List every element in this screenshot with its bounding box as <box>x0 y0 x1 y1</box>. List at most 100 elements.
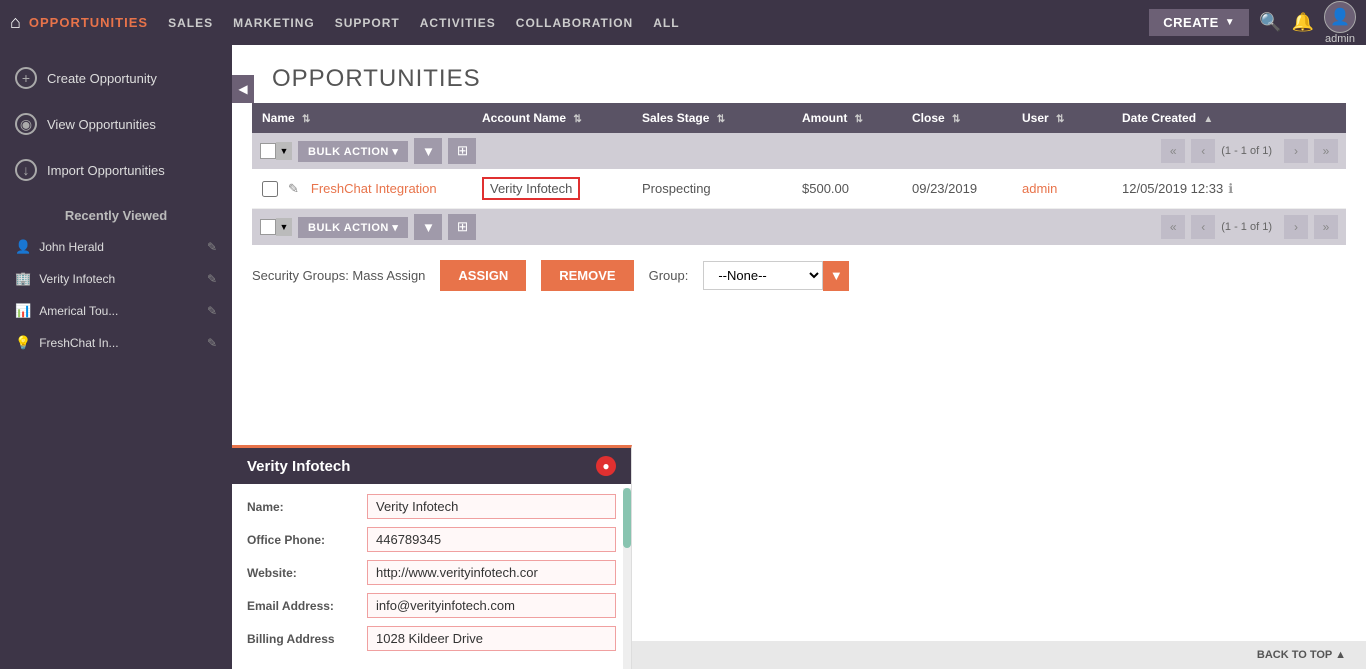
row-stage-cell: Prospecting <box>642 181 802 196</box>
admin-avatar[interactable]: 👤 <box>1324 1 1356 33</box>
sidebar-item-label-view: View Opportunities <box>47 117 156 132</box>
search-icon-button[interactable]: 🔍 <box>1259 12 1281 33</box>
bulk-action-button[interactable]: BULK ACTION ▾ <box>298 141 408 162</box>
chart-icon: 📊 <box>15 303 31 319</box>
bottom-select-dropdown-arrow[interactable]: ▼ <box>276 218 292 236</box>
home-icon[interactable]: ⌂ <box>10 12 21 33</box>
nav-item-sales[interactable]: SALES <box>168 16 213 30</box>
nav-items: SALES MARKETING SUPPORT ACTIVITIES COLLA… <box>168 16 1149 30</box>
rv-label-americal-tou: Americal Tou... <box>39 304 199 318</box>
info-icon[interactable]: ℹ <box>1228 181 1233 197</box>
col-header-date-created[interactable]: Date Created ▲ <box>1122 111 1336 125</box>
group-select[interactable]: --None-- <box>703 261 823 290</box>
bottom-select-all-checkbox-dropdown[interactable]: ▼ <box>260 218 292 236</box>
filter-button[interactable]: ▼ <box>414 138 442 164</box>
opportunities-table: Name ⇅ Account Name ⇅ Sales Stage ⇅ Amou… <box>252 103 1346 245</box>
col-header-close[interactable]: Close ⇅ <box>912 111 1022 125</box>
bottom-filter-button[interactable]: ▼ <box>414 214 442 240</box>
bottom-first-page-button[interactable]: « <box>1161 215 1185 239</box>
panel-content: Name: Verity Infotech Office Phone: 4467… <box>232 484 631 669</box>
back-to-top-button[interactable]: BACK TO TOP ▲ <box>1257 649 1346 661</box>
main-layout: + Create Opportunity ◉ View Opportunitie… <box>0 45 1366 669</box>
first-page-button[interactable]: « <box>1161 139 1185 163</box>
rv-edit-verity-infotech[interactable]: ✎ <box>207 272 217 286</box>
sidebar-item-view-opportunities[interactable]: ◉ View Opportunities <box>0 101 232 147</box>
select-all-checkbox-dropdown[interactable]: ▼ <box>260 142 292 160</box>
rv-label-freshchat-in: FreshChat In... <box>39 336 199 350</box>
opportunity-name-link[interactable]: FreshChat Integration <box>311 181 437 196</box>
rv-label-john-herald: John Herald <box>39 240 199 254</box>
panel-field-name: Name: Verity Infotech <box>247 494 616 519</box>
panel-field-email: Email Address: info@verityinfotech.com <box>247 593 616 618</box>
col-sort-name: ⇅ <box>302 114 310 125</box>
select-all-checkbox[interactable] <box>260 143 276 159</box>
notifications-icon-button[interactable]: 🔔 <box>1292 12 1314 33</box>
rv-item-americal-tou[interactable]: 📊 Americal Tou... ✎ <box>0 295 232 327</box>
sidebar-item-label-create: Create Opportunity <box>47 71 157 86</box>
panel-title: Verity Infotech <box>247 458 350 475</box>
bottom-last-page-button[interactable]: » <box>1314 215 1338 239</box>
nav-item-activities[interactable]: ACTIVITIES <box>420 16 496 30</box>
panel-close-button[interactable]: ● <box>596 456 616 476</box>
account-name-highlighted[interactable]: Verity Infotech <box>482 177 580 200</box>
rv-edit-freshchat-in[interactable]: ✎ <box>207 336 217 350</box>
field-value-billing: 1028 Kildeer Drive <box>367 626 616 651</box>
nav-item-all[interactable]: ALL <box>653 16 679 30</box>
panel-scrollbar[interactable] <box>623 488 631 669</box>
page-header: OPPORTUNITIES <box>232 45 1366 103</box>
sidebar-item-import-opportunities[interactable]: ↓ Import Opportunities <box>0 147 232 193</box>
group-select-arrow[interactable]: ▼ <box>823 261 849 291</box>
rv-edit-americal-tou[interactable]: ✎ <box>207 304 217 318</box>
sidebar-toggle-button[interactable]: ◀ <box>232 75 254 103</box>
create-button[interactable]: CREATE ▼ <box>1149 9 1249 36</box>
row-checkbox[interactable] <box>262 181 278 197</box>
import-opportunities-icon: ↓ <box>15 159 37 181</box>
col-sort-account: ⇅ <box>573 114 581 125</box>
rv-item-freshchat-in[interactable]: 💡 FreshChat In... ✎ <box>0 327 232 359</box>
table-row: ✎ FreshChat Integration Verity Infotech … <box>252 169 1346 209</box>
col-header-stage[interactable]: Sales Stage ⇅ <box>642 111 802 125</box>
field-label-name: Name: <box>247 494 357 514</box>
remove-button[interactable]: REMOVE <box>541 260 633 291</box>
security-groups-label: Security Groups: Mass Assign <box>252 268 425 283</box>
field-value-website: http://www.verityinfotech.cor <box>367 560 616 585</box>
row-edit-icon[interactable]: ✎ <box>288 181 299 197</box>
recently-viewed-header: Recently Viewed <box>0 193 232 231</box>
user-link[interactable]: admin <box>1022 181 1057 196</box>
bottom-select-all-checkbox[interactable] <box>260 219 276 235</box>
field-label-phone: Office Phone: <box>247 527 357 547</box>
sidebar-item-create-opportunity[interactable]: + Create Opportunity <box>0 55 232 101</box>
col-header-amount[interactable]: Amount ⇅ <box>802 111 912 125</box>
top-toolbar-row: ▼ BULK ACTION ▾ ▼ ⊞ « ‹ (1 - 1 of 1) › » <box>252 133 1346 169</box>
next-page-button[interactable]: › <box>1284 139 1308 163</box>
col-header-name[interactable]: Name ⇅ <box>262 111 482 125</box>
assign-button[interactable]: ASSIGN <box>440 260 526 291</box>
page-title: OPPORTUNITIES <box>272 65 1336 93</box>
top-navigation: ⌂ OPPORTUNITIES SALES MARKETING SUPPORT … <box>0 0 1366 45</box>
nav-brand[interactable]: OPPORTUNITIES <box>29 15 148 30</box>
bottom-next-page-button[interactable]: › <box>1284 215 1308 239</box>
bottom-bulk-action-button[interactable]: BULK ACTION ▾ <box>298 217 408 238</box>
rv-edit-john-herald[interactable]: ✎ <box>207 240 217 254</box>
prev-page-button[interactable]: ‹ <box>1191 139 1215 163</box>
person-icon: 👤 <box>15 239 31 255</box>
col-header-account[interactable]: Account Name ⇅ <box>482 111 642 125</box>
nav-item-collaboration[interactable]: COLLABORATION <box>516 16 633 30</box>
rv-item-verity-infotech[interactable]: 🏢 Verity Infotech ✎ <box>0 263 232 295</box>
last-page-button[interactable]: » <box>1314 139 1338 163</box>
building-icon: 🏢 <box>15 271 31 287</box>
col-sort-close: ⇅ <box>952 114 960 125</box>
table-header-row: Name ⇅ Account Name ⇅ Sales Stage ⇅ Amou… <box>252 103 1346 133</box>
nav-item-marketing[interactable]: MARKETING <box>233 16 315 30</box>
nav-item-support[interactable]: SUPPORT <box>335 16 400 30</box>
row-user-cell: admin <box>1022 181 1122 196</box>
bottom-columns-button[interactable]: ⊞ <box>448 214 476 240</box>
field-label-email: Email Address: <box>247 593 357 613</box>
panel-field-website: Website: http://www.verityinfotech.cor <box>247 560 616 585</box>
sidebar-item-label-import: Import Opportunities <box>47 163 165 178</box>
select-dropdown-arrow[interactable]: ▼ <box>276 142 292 160</box>
rv-item-john-herald[interactable]: 👤 John Herald ✎ <box>0 231 232 263</box>
col-header-user[interactable]: User ⇅ <box>1022 111 1122 125</box>
columns-button[interactable]: ⊞ <box>448 138 476 164</box>
bottom-prev-page-button[interactable]: ‹ <box>1191 215 1215 239</box>
